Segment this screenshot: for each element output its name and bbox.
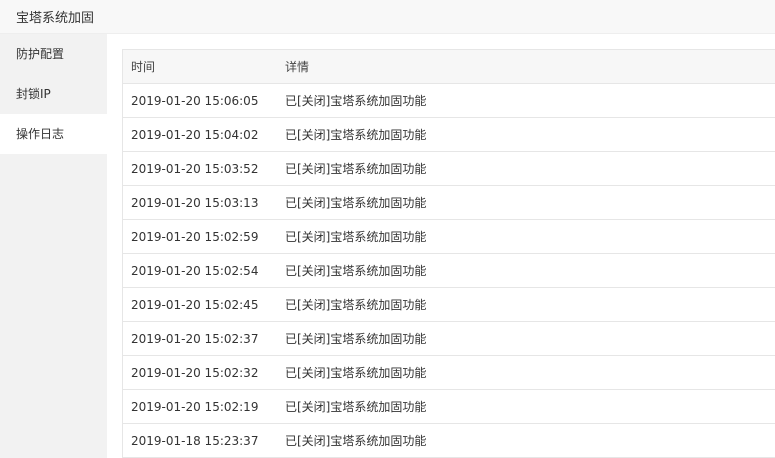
sidebar-item-label: 操作日志	[16, 127, 65, 141]
log-detail-cell: 已[关闭]宝塔系统加固功能	[277, 83, 775, 118]
log-detail-cell: 已[关闭]宝塔系统加固功能	[277, 355, 775, 390]
log-time-cell: 2019-01-20 15:02:45	[123, 287, 277, 322]
sidebar: 防护配置 封锁IP 操作日志	[0, 34, 107, 458]
table-row: 2019-01-20 15:02:37 已[关闭]宝塔系统加固功能	[123, 321, 775, 356]
log-time-cell: 2019-01-20 15:04:02	[123, 117, 277, 152]
log-detail-cell: 已[关闭]宝塔系统加固功能	[277, 287, 775, 322]
log-table-container: 时间 详情 2019-01-20 15:06:05 已[关闭]宝塔系统加固功能 20…	[122, 49, 775, 458]
table-row: 2019-01-20 15:02:54 已[关闭]宝塔系统加固功能	[123, 253, 775, 288]
table-row: 2019-01-20 15:02:19 已[关闭]宝塔系统加固功能	[123, 389, 775, 424]
window-title: 宝塔系统加固	[16, 11, 95, 26]
log-time-cell: 2019-01-20 15:02:59	[123, 219, 277, 254]
table-row: 2019-01-20 15:02:59 已[关闭]宝塔系统加固功能	[123, 219, 775, 254]
log-detail-cell: 已[关闭]宝塔系统加固功能	[277, 389, 775, 424]
log-time-cell: 2019-01-20 15:06:05	[123, 83, 277, 118]
sidebar-item-label: 封锁IP	[16, 87, 51, 101]
log-time-cell: 2019-01-20 15:02:54	[123, 253, 277, 288]
log-detail-cell: 已[关闭]宝塔系统加固功能	[277, 253, 775, 288]
log-detail-cell: 已[关闭]宝塔系统加固功能	[277, 321, 775, 356]
log-time-cell: 2019-01-20 15:03:52	[123, 151, 277, 186]
sidebar-item-protection-config[interactable]: 防护配置	[0, 34, 107, 74]
log-detail-cell: 已[关闭]宝塔系统加固功能	[277, 185, 775, 220]
column-header-time: 时间	[123, 50, 277, 84]
log-time-cell: 2019-01-20 15:03:13	[123, 185, 277, 220]
log-time-cell: 2019-01-20 15:02:19	[123, 389, 277, 424]
table-row: 2019-01-20 15:04:02 已[关闭]宝塔系统加固功能	[123, 117, 775, 152]
log-time-cell: 2019-01-20 15:02:37	[123, 321, 277, 356]
sidebar-item-operation-log[interactable]: 操作日志	[0, 114, 107, 154]
log-detail-cell: 已[关闭]宝塔系统加固功能	[285, 434, 427, 448]
log-detail-cell: 已[关闭]宝塔系统加固功能	[277, 219, 775, 254]
table-header-row: 时间 详情	[123, 50, 775, 84]
log-detail-cell: 已[关闭]宝塔系统加固功能	[277, 117, 775, 152]
table-row: 2019-01-20 15:06:05 已[关闭]宝塔系统加固功能	[123, 83, 775, 118]
sidebar-item-blocked-ip[interactable]: 封锁IP	[0, 74, 107, 114]
table-row: 2019-01-18 15:23:37 已[关闭]宝塔系统加固功能	[123, 424, 775, 458]
table-row: 2019-01-20 15:02:45 已[关闭]宝塔系统加固功能	[123, 287, 775, 322]
table-body: 2019-01-20 15:06:05 已[关闭]宝塔系统加固功能 2019-01-…	[123, 83, 775, 458]
log-table: 时间 详情 2019-01-20 15:06:05 已[关闭]宝塔系统加固功能 20…	[123, 50, 775, 457]
log-time-cell: 2019-01-20 15:02:32	[123, 355, 277, 390]
log-time-cell: 2019-01-18 15:23:37	[131, 433, 259, 448]
table-row: 2019-01-20 15:02:32 已[关闭]宝塔系统加固功能	[123, 355, 775, 390]
table-row: 2019-01-20 15:03:52 已[关闭]宝塔系统加固功能	[123, 151, 775, 186]
log-detail-cell: 已[关闭]宝塔系统加固功能	[277, 151, 775, 186]
table-row: 2019-01-20 15:03:13 已[关闭]宝塔系统加固功能	[123, 185, 775, 220]
window-title-bar: 宝塔系统加固	[0, 0, 775, 34]
column-header-detail: 详情	[277, 50, 775, 84]
sidebar-item-label: 防护配置	[16, 47, 65, 61]
